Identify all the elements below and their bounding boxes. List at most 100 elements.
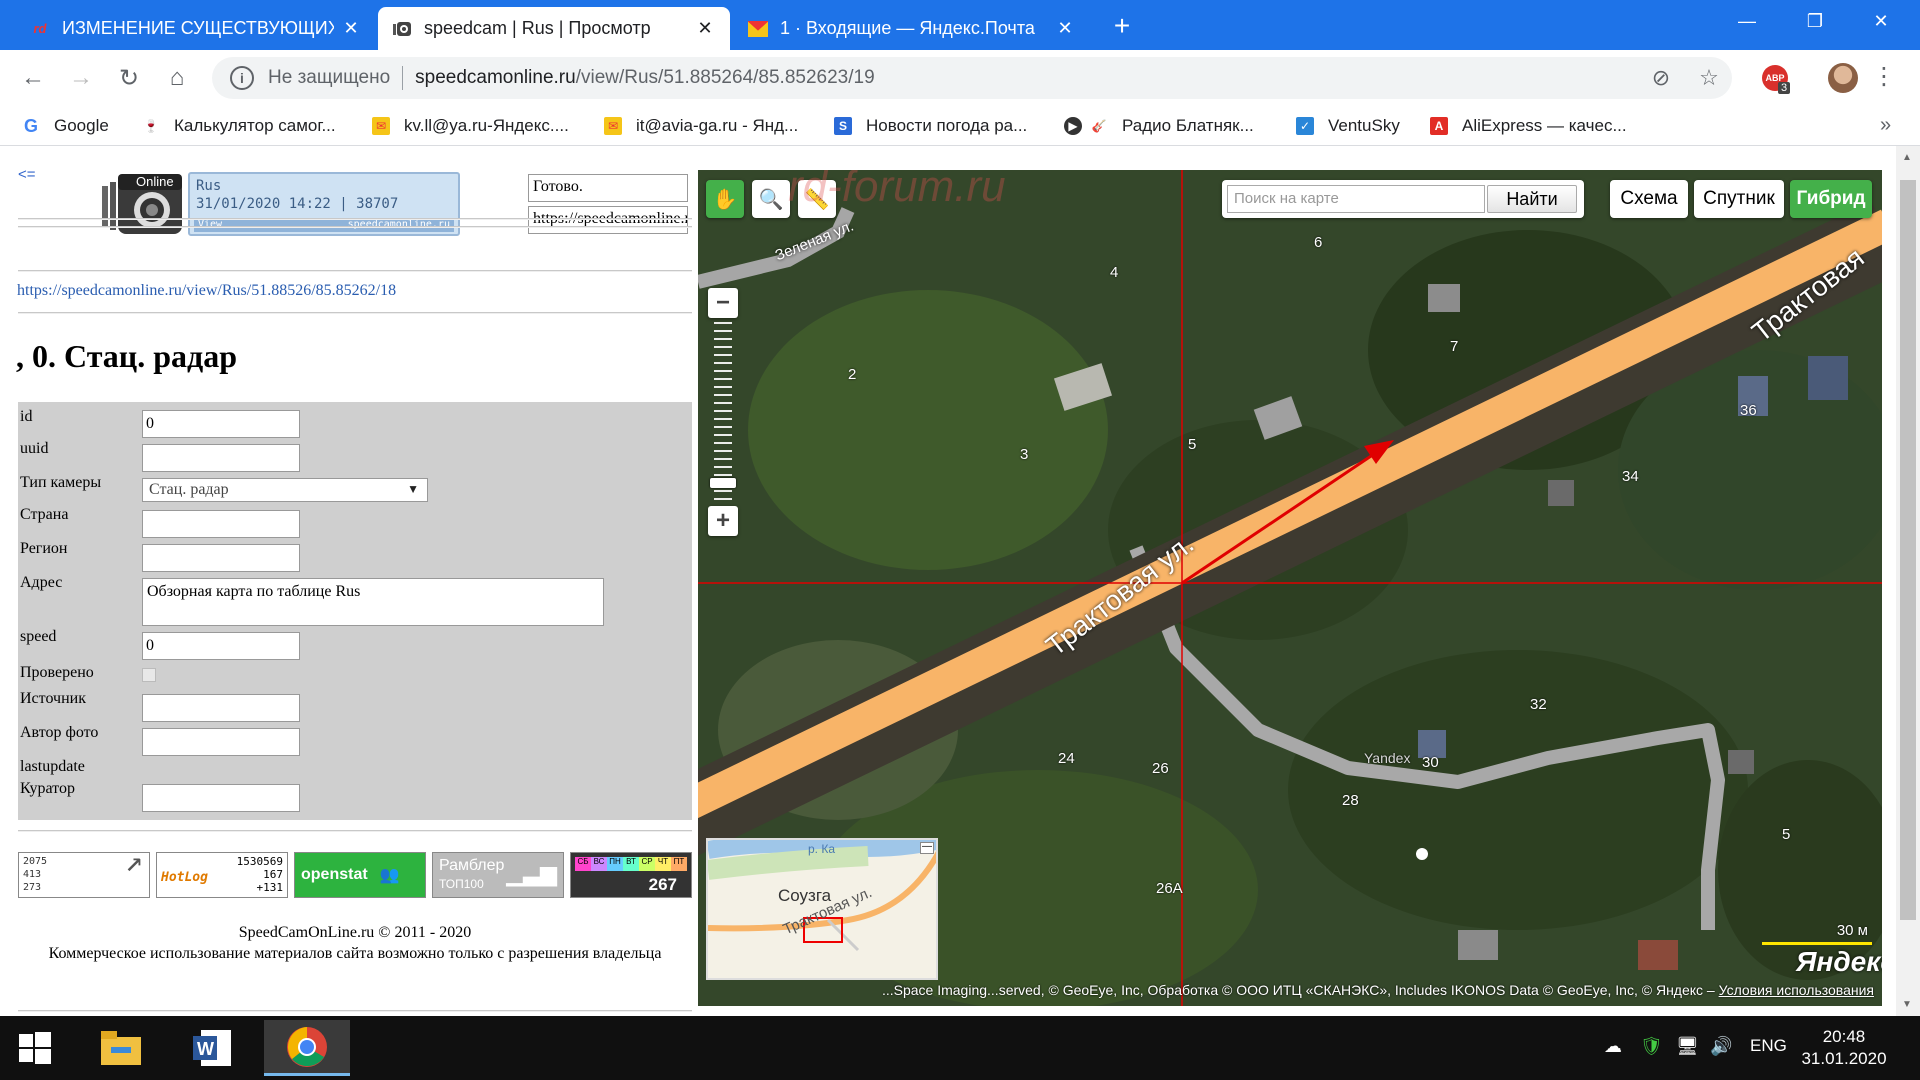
- word-icon[interactable]: W: [170, 1020, 256, 1076]
- overview-minimap[interactable]: Соузга Трактовая ул. р. Ка —: [706, 838, 938, 980]
- zoom-out-button[interactable]: −: [708, 288, 738, 318]
- forward-icon[interactable]: →: [62, 59, 100, 97]
- clock[interactable]: 20:48 31.01.2020: [1794, 1026, 1894, 1070]
- bookmark-calculator[interactable]: 🍷 Калькулятор самог...: [142, 114, 336, 138]
- footer-notice: Коммерческое использование материалов са…: [48, 945, 662, 962]
- onedrive-icon[interactable]: ☁: [1604, 1036, 1622, 1057]
- bookmark-google[interactable]: G Google: [22, 114, 109, 138]
- scroll-up-icon[interactable]: ▲: [1902, 152, 1912, 163]
- scroll-down-icon[interactable]: ▼: [1902, 999, 1912, 1010]
- bookmark-yandex-mail-2[interactable]: ✉ it@avia-ga.ru - Янд...: [604, 114, 798, 138]
- page-content: <= Online Rus 31/01/2020 14:22 | 38707 V…: [0, 146, 1920, 1016]
- status-field[interactable]: Готово.: [528, 174, 688, 202]
- bookmark-news[interactable]: S Новости погода ра...: [834, 114, 1027, 138]
- map-type-satellite[interactable]: Спутник: [1694, 180, 1784, 218]
- url-text[interactable]: speedcamonline.ru/view/Rus/51.885264/85.…: [415, 67, 875, 89]
- country-field[interactable]: [142, 510, 300, 538]
- chrome-icon[interactable]: [264, 1020, 350, 1076]
- weekday-label: ВС: [591, 857, 607, 871]
- house-number: 30: [1422, 754, 1439, 771]
- house-number: 6: [1314, 234, 1323, 251]
- minimap-collapse-icon[interactable]: —: [920, 842, 934, 854]
- counters-row: 2075 413 273 ↗ HotLog 1530569 167 +131 o…: [18, 847, 692, 900]
- zoom-slider[interactable]: [714, 322, 732, 502]
- tab-rd-forum[interactable]: rd ИЗМЕНЕНИЕ СУЩЕСТВУЮЩИХ ✕: [16, 7, 376, 50]
- close-icon[interactable]: ✕: [694, 18, 716, 40]
- label-address: Адрес: [20, 574, 63, 591]
- url-field[interactable]: https://speedcamonline.ru: [528, 206, 688, 234]
- info-icon[interactable]: i: [230, 66, 254, 90]
- speed-field[interactable]: 0: [142, 632, 300, 660]
- google-icon: G: [23, 115, 38, 136]
- scrollbar-thumb[interactable]: [1900, 180, 1916, 920]
- curator-field[interactable]: [142, 784, 300, 812]
- network-icon[interactable]: 🖥: [1676, 1036, 1699, 1057]
- region-field[interactable]: [142, 544, 300, 572]
- logo-country: Rus: [196, 178, 222, 194]
- zoom-slider-thumb[interactable]: [710, 478, 736, 488]
- map-search-button[interactable]: Найти: [1487, 185, 1577, 213]
- bookmark-star-icon[interactable]: ☆: [1696, 65, 1722, 91]
- watermark-top: rd-forum.ru: [788, 170, 1006, 211]
- wine-glass-icon: 🍷: [143, 119, 159, 133]
- bookmark-label: Калькулятор самог...: [174, 116, 336, 135]
- tab-title: 1 · Входящие — Яндекс.Почта: [780, 18, 1035, 38]
- s-icon: S: [834, 117, 852, 135]
- map-type-hybrid[interactable]: Гибрид: [1790, 180, 1872, 218]
- weekday-label: СР: [639, 857, 655, 871]
- uuid-field[interactable]: [142, 444, 300, 472]
- camera-type-value: Стац. радар: [149, 481, 229, 498]
- openstat-counter[interactable]: openstat 👥: [294, 852, 426, 898]
- map-type-scheme[interactable]: Схема: [1610, 180, 1688, 218]
- bookmark-radio[interactable]: ▶ 🎸 Радио Блатняк...: [1064, 114, 1254, 138]
- tab-yandex-mail[interactable]: 1 · Входящие — Яндекс.Почта ✕: [734, 7, 1090, 50]
- zoom-area-icon[interactable]: 🔍: [752, 180, 790, 218]
- language-indicator[interactable]: ENG: [1750, 1036, 1787, 1056]
- volume-icon[interactable]: 🔊: [1710, 1036, 1732, 1057]
- map-copyright: ...Space Imaging...served, © GeoEye, Inc…: [698, 982, 1882, 1004]
- bookmarks-bar: G Google 🍷 Калькулятор самог... ✉ kv.ll@ya.…: [0, 106, 1920, 146]
- minimize-button[interactable]: —: [1718, 0, 1776, 42]
- close-window-button[interactable]: ✕: [1852, 0, 1910, 42]
- file-explorer-icon[interactable]: [78, 1020, 164, 1076]
- page-scrollbar[interactable]: ▲ ▼: [1896, 146, 1920, 1016]
- antivirus-icon[interactable]: 🛡: [1640, 1036, 1663, 1057]
- id-field[interactable]: 0: [142, 410, 300, 438]
- label-uuid: uuid: [20, 440, 49, 457]
- avatar[interactable]: [1828, 63, 1858, 93]
- home-icon[interactable]: ⌂: [158, 59, 196, 97]
- restore-button[interactable]: ❐: [1786, 0, 1844, 42]
- hotlog-counter[interactable]: HotLog 1530569 167 +131: [156, 852, 288, 898]
- mail-icon: [748, 19, 768, 39]
- back-icon[interactable]: ←: [14, 59, 52, 97]
- terms-link[interactable]: Условия использования: [1719, 982, 1874, 998]
- bookmark-yandex-mail-1[interactable]: ✉ kv.ll@ya.ru-Яндекс....: [372, 114, 569, 138]
- photo-author-field[interactable]: [142, 728, 300, 756]
- rambler-counter[interactable]: Рамблер ТОП100 ▁▃▆: [432, 852, 564, 898]
- more-bookmarks-icon[interactable]: »: [1880, 114, 1891, 137]
- reload-icon[interactable]: ↻: [110, 59, 148, 97]
- checked-checkbox[interactable]: [142, 668, 156, 682]
- liveinternet-counter[interactable]: 2075 413 273 ↗: [18, 847, 150, 898]
- zoom-in-button[interactable]: +: [708, 506, 738, 536]
- address-bar[interactable]: i Не защищено speedcamonline.ru/view/Rus…: [212, 57, 1732, 99]
- tab-speedcam[interactable]: speedcam | Rus | Просмотр ✕: [378, 7, 730, 50]
- hand-tool-icon[interactable]: ✋: [706, 180, 744, 218]
- windows-start-icon[interactable]: [0, 1020, 70, 1076]
- address-textarea[interactable]: Обзорная карта по таблице Rus: [142, 578, 604, 626]
- location-blocked-icon[interactable]: ⊘: [1648, 65, 1674, 91]
- weekday-counter[interactable]: СБ ВС ПН ВТ СР ЧТ ПТ 267: [570, 852, 692, 898]
- bookmark-aliexpress[interactable]: A AliExpress — качес...: [1430, 114, 1627, 138]
- close-icon[interactable]: ✕: [340, 18, 362, 40]
- close-icon[interactable]: ✕: [1054, 18, 1076, 40]
- permalink[interactable]: https://speedcamonline.ru/view/Rus/51.88…: [17, 282, 396, 300]
- map-search-input[interactable]: Поиск на карте: [1227, 185, 1485, 213]
- camera-type-select[interactable]: Стац. радар ▼: [142, 478, 428, 502]
- map-view[interactable]: Зеленая ул. Трактовая ул. Трактовая 6 4 …: [698, 170, 1882, 1006]
- new-tab-button[interactable]: +: [1106, 10, 1138, 42]
- bookmark-ventusky[interactable]: ✓ VentuSky: [1296, 114, 1400, 138]
- back-link[interactable]: <=: [18, 166, 36, 183]
- menu-icon[interactable]: ⋮: [1872, 62, 1896, 91]
- divider: [18, 218, 692, 220]
- source-field[interactable]: [142, 694, 300, 722]
